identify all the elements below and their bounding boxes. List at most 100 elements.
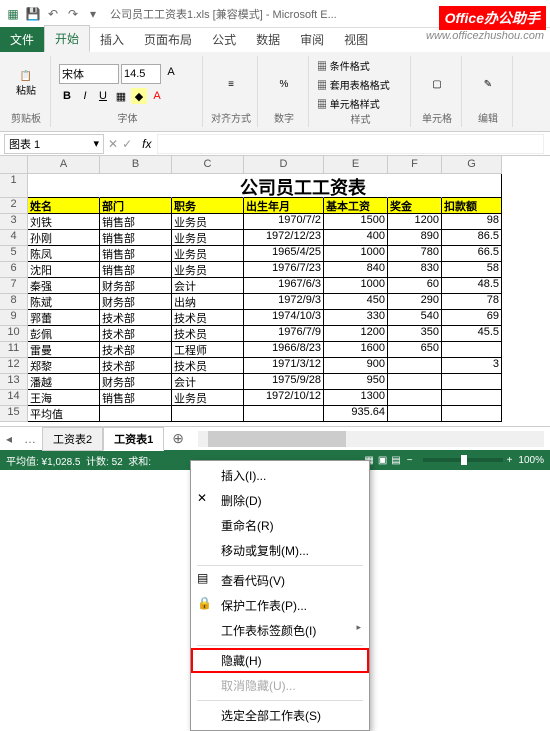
cell[interactable]: 技术部 [100,310,172,326]
cell[interactable] [388,406,442,422]
zoom-thumb[interactable] [461,455,467,465]
cell[interactable]: 业务员 [172,230,244,246]
cell[interactable]: 1600 [324,342,388,358]
zoom-in-icon[interactable]: + [507,455,513,466]
tab-nav-more-icon[interactable]: … [18,432,42,446]
cell[interactable]: 部门 [100,198,172,214]
row-header[interactable]: 14 [0,390,28,406]
cell[interactable]: 1976/7/9 [244,326,324,342]
col-header[interactable]: A [28,156,100,174]
cell[interactable]: 会计 [172,374,244,390]
editing-button[interactable]: ✎ [470,64,506,104]
cell[interactable]: 830 [388,262,442,278]
number-button[interactable]: % [266,64,302,104]
cell[interactable]: 1300 [324,390,388,406]
cell[interactable]: 350 [388,326,442,342]
row-header[interactable]: 15 [0,406,28,422]
cell[interactable]: 陈凤 [28,246,100,262]
cell[interactable]: 330 [324,310,388,326]
row-header[interactable]: 5 [0,246,28,262]
cell-style-button[interactable]: ▦ 单元格样式 [317,96,380,111]
cell[interactable]: 技术员 [172,358,244,374]
cell[interactable] [172,406,244,422]
cancel-icon[interactable]: ✕ [108,137,118,151]
row-header[interactable]: 11 [0,342,28,358]
row-header[interactable]: 2 [0,198,28,214]
col-header[interactable]: C [172,156,244,174]
cell[interactable]: 财务部 [100,374,172,390]
cell[interactable]: 潘越 [28,374,100,390]
cell[interactable]: 出纳 [172,294,244,310]
qat-dropdown-icon[interactable]: ▾ [84,5,102,23]
cell[interactable] [442,390,502,406]
cell[interactable]: 66.5 [442,246,502,262]
zoom-slider[interactable] [423,458,503,462]
horizontal-scrollbar[interactable] [198,431,544,447]
cell[interactable]: 陈斌 [28,294,100,310]
fill-color-button[interactable]: ◆ [131,88,147,104]
menu-rename[interactable]: 重命名(R) [191,513,369,538]
cell[interactable]: 1974/10/3 [244,310,324,326]
row-header[interactable]: 4 [0,230,28,246]
row-header[interactable]: 3 [0,214,28,230]
cell[interactable]: 780 [388,246,442,262]
cell[interactable]: 业务员 [172,214,244,230]
cell[interactable]: 1000 [324,246,388,262]
row-header[interactable]: 7 [0,278,28,294]
cell[interactable]: 1970/7/2 [244,214,324,230]
add-sheet-icon[interactable]: ⊕ [164,430,192,447]
cell[interactable] [388,374,442,390]
cell[interactable]: 技术部 [100,358,172,374]
cell[interactable]: 沈阳 [28,262,100,278]
cell[interactable]: 290 [388,294,442,310]
cell[interactable]: 1971/3/12 [244,358,324,374]
cell[interactable]: 890 [388,230,442,246]
menu-hide[interactable]: 隐藏(H) [191,648,369,673]
formula-bar[interactable] [157,134,544,154]
cell[interactable]: 1967/6/3 [244,278,324,294]
col-header[interactable]: D [244,156,324,174]
cell[interactable] [442,406,502,422]
cell[interactable]: 950 [324,374,388,390]
col-header[interactable]: E [324,156,388,174]
cell[interactable] [388,358,442,374]
cell[interactable]: 销售部 [100,262,172,278]
view-break-icon[interactable]: ▤ [391,455,400,466]
border-button[interactable]: ▦ [113,88,129,104]
cell[interactable]: 1972/10/12 [244,390,324,406]
row-header[interactable]: 12 [0,358,28,374]
cell[interactable]: 平均值 [28,406,100,422]
cell[interactable]: 出生年月 [244,198,324,214]
sheet-tab-active[interactable]: 工资表1 [103,427,164,451]
col-header[interactable]: B [100,156,172,174]
cell[interactable]: 刘铁 [28,214,100,230]
italic-button[interactable]: I [77,88,93,104]
col-header[interactable]: G [442,156,502,174]
cell[interactable]: 45.5 [442,326,502,342]
cell[interactable]: 财务部 [100,278,172,294]
row-header[interactable]: 10 [0,326,28,342]
cell[interactable]: 60 [388,278,442,294]
cell[interactable]: 工程师 [172,342,244,358]
cell[interactable]: 1200 [388,214,442,230]
table-format-button[interactable]: ▦ 套用表格格式 [317,77,390,92]
cell[interactable]: 48.5 [442,278,502,294]
menu-selectall[interactable]: 选定全部工作表(S) [191,703,369,728]
scrollbar-thumb[interactable] [208,431,346,447]
cell[interactable]: 1966/8/23 [244,342,324,358]
bold-button[interactable]: B [59,88,75,104]
cell[interactable]: 财务部 [100,294,172,310]
redo-icon[interactable]: ↷ [64,5,82,23]
cell[interactable]: 86.5 [442,230,502,246]
tab-review[interactable]: 审阅 [290,27,334,52]
cell[interactable]: 69 [442,310,502,326]
font-name-select[interactable] [59,64,119,84]
cell[interactable]: 会计 [172,278,244,294]
cell[interactable]: 郑黎 [28,358,100,374]
fx-icon[interactable]: fx [142,137,151,151]
view-layout-icon[interactable]: ▣ [378,455,387,466]
cell[interactable]: 业务员 [172,246,244,262]
row-header[interactable]: 6 [0,262,28,278]
excel-icon[interactable]: ▦ [4,5,22,23]
cell[interactable] [100,406,172,422]
